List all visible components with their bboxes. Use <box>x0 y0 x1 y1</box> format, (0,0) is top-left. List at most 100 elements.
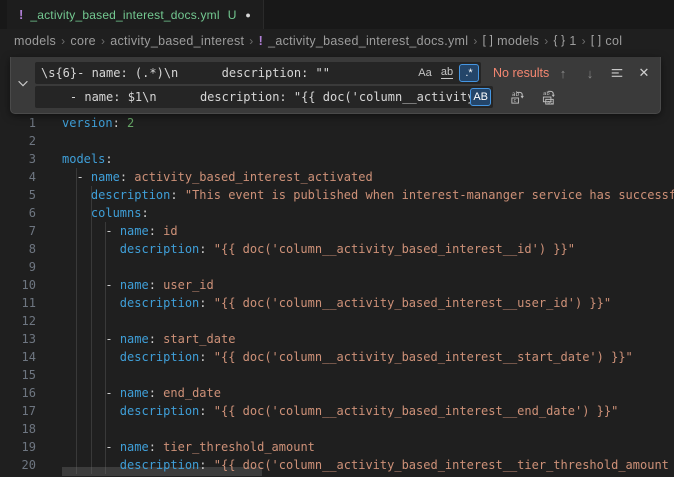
find-input-value: \s{6}- name: (.*)\n description: "" <box>41 66 415 80</box>
previous-match-button[interactable]: ↑ <box>553 63 573 83</box>
line-number: 13 <box>0 330 36 348</box>
yaml-punctuation: : <box>113 116 120 130</box>
code-line-5[interactable]: description: "This event is published wh… <box>62 186 674 204</box>
symbol-array-icon: [ ] <box>591 35 602 47</box>
line-number: 16 <box>0 384 36 402</box>
breadcrumb-item-1[interactable]: { }1 <box>554 34 577 48</box>
yaml-key: name <box>120 332 149 346</box>
next-match-button[interactable]: ↓ <box>580 63 600 83</box>
tab-activity-based-interest-docs[interactable]: ! _activity_based_interest_docs.yml U ● <box>7 0 264 29</box>
code-line-6[interactable]: columns: <box>62 204 149 222</box>
yaml-punctuation <box>62 404 120 418</box>
line-number: 18 <box>0 420 36 438</box>
yaml-punctuation <box>62 188 91 202</box>
breadcrumb-separator: › <box>249 34 253 48</box>
code-line-4[interactable]: - name: activity_based_interest_activate… <box>62 168 373 186</box>
breadcrumb-item-models[interactable]: models <box>14 34 56 48</box>
code-line-11[interactable]: description: "{{ doc('column__activity_b… <box>62 294 611 312</box>
yaml-key: version <box>62 116 113 130</box>
breadcrumb-item-activity-based-interest[interactable]: activity_based_interest <box>110 34 244 48</box>
git-untracked-badge: U <box>228 8 237 22</box>
yaml-punctuation: : <box>149 332 156 346</box>
yaml-value: "{{ doc('column__activity_based_interest… <box>207 458 669 472</box>
line-number: 6 <box>0 204 36 222</box>
selection-lines-icon <box>610 66 624 80</box>
code-line-1[interactable]: version: 2 <box>62 114 134 132</box>
breadcrumb-label: col <box>605 34 622 48</box>
breadcrumb-separator: › <box>544 34 548 48</box>
yaml-key: name <box>91 170 120 184</box>
breadcrumb-item--activity-based-interest-docs-yml[interactable]: !_activity_based_interest_docs.yml <box>259 34 469 48</box>
yaml-key: description <box>91 188 170 202</box>
match-case-button[interactable]: Aa <box>415 64 435 82</box>
yaml-punctuation: - <box>105 386 119 400</box>
yaml-punctuation: - <box>76 170 90 184</box>
yaml-punctuation: : <box>105 152 112 166</box>
code-line-10[interactable]: - name: user_id <box>62 276 214 294</box>
yaml-punctuation: - <box>105 278 119 292</box>
close-button[interactable]: ✕ <box>634 63 654 83</box>
yaml-key: description <box>120 350 199 364</box>
code-line-19[interactable]: - name: tier_threshold_amount <box>62 438 315 456</box>
breadcrumb-item-models[interactable]: [ ]models <box>483 34 540 48</box>
yaml-value: "This event is published when interest-m… <box>178 188 674 202</box>
breadcrumb-item-core[interactable]: core <box>70 34 96 48</box>
breadcrumb-separator: › <box>61 34 65 48</box>
yaml-punctuation <box>62 170 76 184</box>
code-line-14[interactable]: description: "{{ doc('column__activity_b… <box>62 348 633 366</box>
whole-word-button[interactable]: ab <box>437 64 457 82</box>
find-in-selection-button[interactable] <box>607 63 627 83</box>
yaml-punctuation: : <box>199 404 206 418</box>
yaml-punctuation: : <box>170 188 177 202</box>
code-line-7[interactable]: - name: id <box>62 222 178 240</box>
find-input[interactable]: \s{6}- name: (.*)\n description: "" Aa a… <box>35 62 481 84</box>
line-number: 4 <box>0 168 36 186</box>
find-results-status: No results <box>493 66 549 80</box>
replace-input[interactable]: - name: $1\n description: "{{ doc('colum… <box>35 86 493 108</box>
yaml-key: description <box>120 458 199 472</box>
line-number: 20 <box>0 456 36 474</box>
code-line-3[interactable]: models: <box>62 150 113 168</box>
modified-dot-icon[interactable]: ● <box>245 10 250 20</box>
editor-pane[interactable]: 1version: 223models:4 - name: activity_b… <box>0 52 674 477</box>
yaml-key: models <box>62 152 105 166</box>
code-line-8[interactable]: description: "{{ doc('column__activity_b… <box>62 240 575 258</box>
code-line-17[interactable]: description: "{{ doc('column__activity_b… <box>62 402 618 420</box>
breadcrumb-label: activity_based_interest <box>110 34 244 48</box>
yaml-punctuation <box>62 332 105 346</box>
replace-button[interactable]: ab c <box>507 87 527 107</box>
yaml-punctuation: : <box>120 170 127 184</box>
breadcrumb-label: models <box>497 34 539 48</box>
svg-text:ab: ab <box>511 91 519 98</box>
line-number: 5 <box>0 186 36 204</box>
yaml-punctuation: : <box>149 278 156 292</box>
yaml-file-icon: ! <box>19 7 23 22</box>
replace-all-button[interactable]: ab ac <box>539 87 559 107</box>
replace-all-icon: ab ac <box>542 90 557 105</box>
breadcrumb-item-col[interactable]: [ ]col <box>591 34 622 48</box>
line-number: 7 <box>0 222 36 240</box>
line-number: 8 <box>0 240 36 258</box>
chevron-down-icon <box>16 76 30 95</box>
code-line-13[interactable]: - name: start_date <box>62 330 235 348</box>
yaml-punctuation: : <box>149 224 156 238</box>
line-number: 17 <box>0 402 36 420</box>
yaml-value: activity_based_interest_activated <box>127 170 373 184</box>
toggle-replace-button[interactable] <box>11 57 35 113</box>
yaml-punctuation <box>62 296 120 310</box>
yaml-value: id <box>156 224 178 238</box>
breadcrumb-separator: › <box>582 34 586 48</box>
yaml-punctuation <box>62 224 105 238</box>
breadcrumb-label: core <box>70 34 96 48</box>
line-number: 11 <box>0 294 36 312</box>
preserve-case-button[interactable]: AB <box>470 88 491 106</box>
tab-bar: ! _activity_based_interest_docs.yml U ● <box>0 0 674 29</box>
code-line-16[interactable]: - name: end_date <box>62 384 221 402</box>
yaml-punctuation: : <box>149 386 156 400</box>
yaml-value: tier_threshold_amount <box>156 440 315 454</box>
line-number: 1 <box>0 114 36 132</box>
yaml-punctuation <box>62 242 120 256</box>
yaml-punctuation <box>62 278 105 292</box>
regex-button[interactable]: .* <box>459 64 479 82</box>
code-line-20[interactable]: description: "{{ doc('column__activity_b… <box>62 456 669 474</box>
